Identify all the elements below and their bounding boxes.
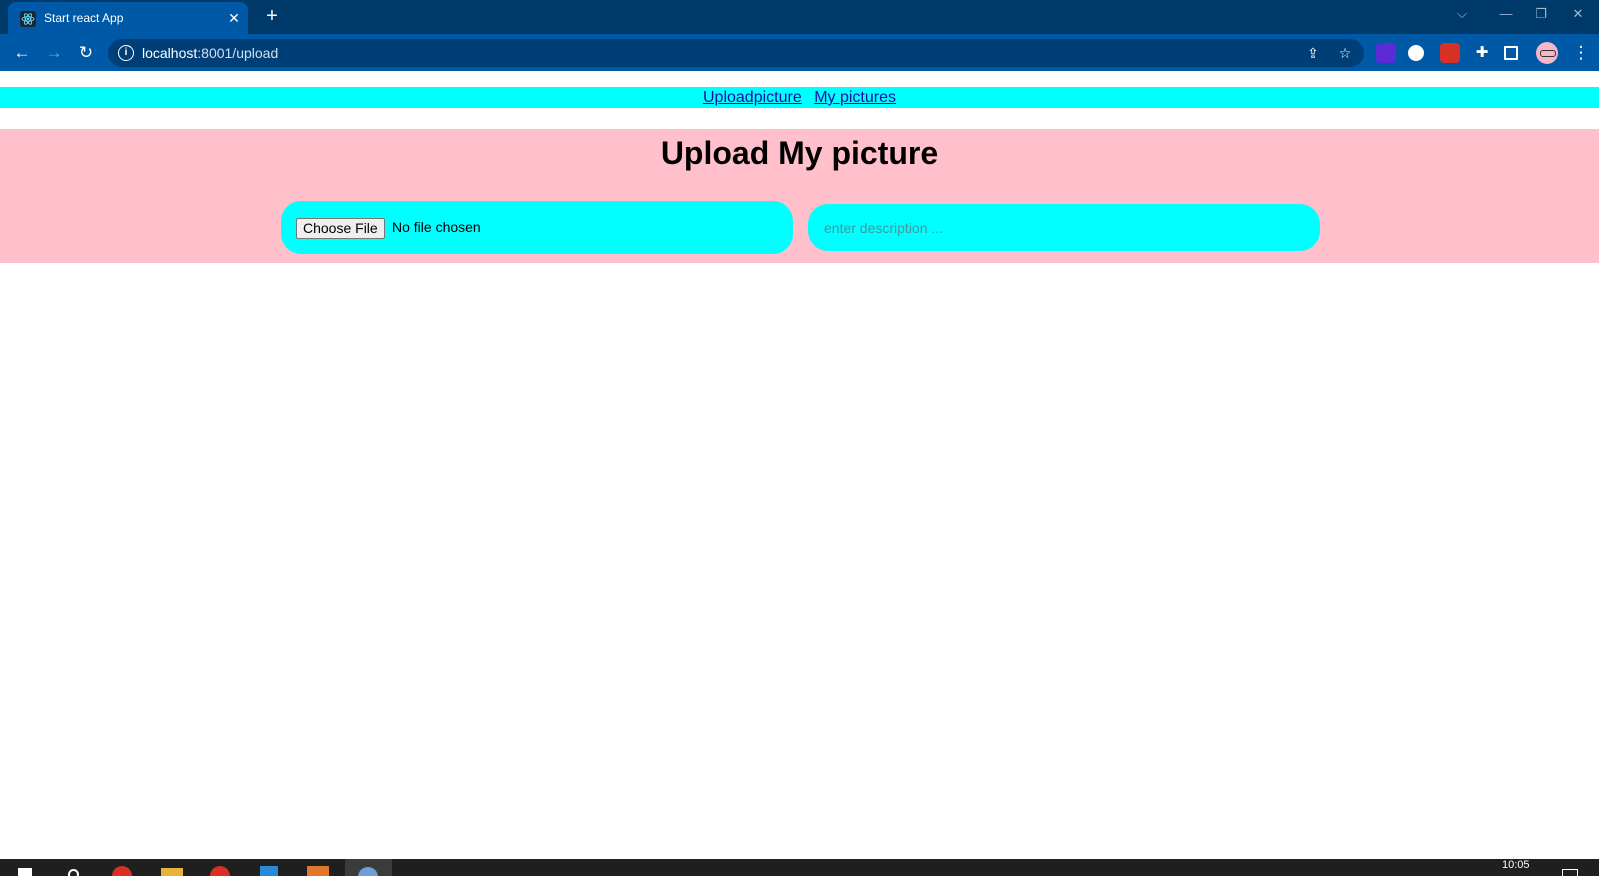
bookmark-star-icon[interactable]: ☆ bbox=[1335, 43, 1355, 63]
extension-face-icon[interactable] bbox=[1408, 45, 1424, 61]
upload-section: Upload My picture Choose File No file ch… bbox=[0, 129, 1599, 263]
back-button[interactable]: ← bbox=[9, 40, 35, 66]
chrome-app-icon-2[interactable] bbox=[210, 866, 230, 876]
vscode-app-icon[interactable] bbox=[260, 866, 278, 876]
restore-button[interactable]: ❐ bbox=[1527, 4, 1555, 24]
address-path: :8001/upload bbox=[197, 45, 279, 61]
notifications-icon[interactable] bbox=[1562, 869, 1578, 876]
browser-tab-strip: Start react App ✕ + ⌵ — ❐ ✕ bbox=[0, 0, 1599, 34]
taskbar-clock[interactable]: 10:05 bbox=[1502, 859, 1530, 871]
site-info-icon[interactable]: i bbox=[118, 45, 134, 61]
file-explorer-icon[interactable] bbox=[161, 868, 183, 876]
browser-tab[interactable]: Start react App ✕ bbox=[8, 2, 248, 34]
extensions-puzzle-icon[interactable]: ✚ bbox=[1472, 43, 1492, 63]
tab-search-icon[interactable]: ⌵ bbox=[1448, 4, 1476, 24]
browser-toolbar: ← → ↻ i localhost:8001/upload ⇪ ☆ ✚ ⋮ bbox=[0, 34, 1599, 71]
windows-start-icon[interactable] bbox=[18, 868, 32, 876]
address-bar[interactable]: i localhost:8001/upload ⇪ ☆ bbox=[108, 39, 1364, 67]
side-panel-icon[interactable] bbox=[1504, 46, 1518, 60]
file-upload-box: Choose File No file chosen bbox=[281, 201, 793, 254]
top-nav: Uploadpicture My pictures bbox=[0, 87, 1599, 108]
search-icon[interactable] bbox=[68, 869, 79, 876]
react-logo-icon bbox=[20, 11, 36, 27]
page-title: Upload My picture bbox=[660, 135, 939, 171]
app-icon-orange[interactable] bbox=[307, 866, 329, 876]
description-input[interactable] bbox=[808, 204, 1320, 251]
menu-icon[interactable]: ⋮ bbox=[1568, 40, 1594, 66]
file-status-text: No file chosen bbox=[392, 219, 481, 235]
extension-red-icon[interactable] bbox=[1440, 43, 1460, 63]
share-icon[interactable]: ⇪ bbox=[1303, 43, 1323, 63]
tab-close-icon[interactable]: ✕ bbox=[224, 8, 244, 28]
new-tab-button[interactable]: + bbox=[260, 4, 284, 28]
address-host: localhost bbox=[142, 45, 198, 61]
minimize-button[interactable]: — bbox=[1492, 4, 1520, 24]
extension-layers-icon[interactable] bbox=[1376, 43, 1396, 63]
reload-button[interactable]: ↻ bbox=[73, 40, 99, 66]
tab-title: Start react App bbox=[44, 11, 124, 25]
profile-avatar[interactable] bbox=[1536, 42, 1558, 64]
nav-link-uploadpicture[interactable]: Uploadpicture bbox=[703, 89, 802, 106]
choose-file-button[interactable]: Choose File bbox=[296, 218, 385, 239]
chrome-app-icon[interactable] bbox=[112, 866, 132, 876]
os-taskbar: 10:05 bbox=[0, 859, 1599, 876]
close-window-button[interactable]: ✕ bbox=[1564, 4, 1592, 24]
nav-link-my-pictures[interactable]: My pictures bbox=[814, 89, 896, 106]
forward-button[interactable]: → bbox=[41, 40, 67, 66]
page-content: Uploadpicture My pictures Upload My pict… bbox=[0, 71, 1599, 859]
address-url: localhost:8001/upload bbox=[142, 45, 278, 61]
